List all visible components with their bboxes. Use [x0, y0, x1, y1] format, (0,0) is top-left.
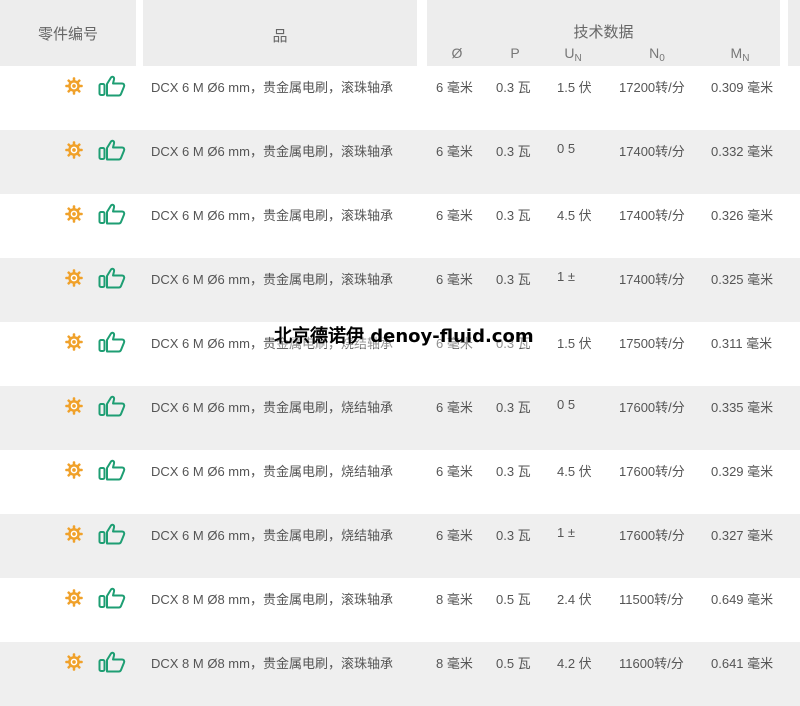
- gear-icon[interactable]: [64, 396, 84, 416]
- diameter-value: 8 毫米: [436, 656, 473, 671]
- voltage-value: 1 ±: [557, 269, 575, 284]
- thumbs-up-icon[interactable]: [98, 75, 126, 97]
- thumbs-up-icon[interactable]: [98, 139, 126, 161]
- power-value: 0.3 瓦: [496, 528, 531, 543]
- voltage-value: 2.4 伏: [557, 592, 592, 607]
- torque-value: 0.649 毫米: [711, 592, 774, 607]
- voltage-value: 0 5: [557, 141, 576, 156]
- table-row[interactable]: DCX 8 M Ø8 mm，贵金属电刷，滚珠轴承 8 毫米 0.5 瓦 2.4 伏 11…: [0, 578, 800, 642]
- power-value: 0.3 瓦: [496, 208, 531, 223]
- voltage-value: 4.2 伏: [557, 656, 592, 671]
- power-value: 0.3 瓦: [496, 464, 531, 479]
- header-extra: [788, 0, 800, 66]
- thumbs-up-icon[interactable]: [98, 331, 126, 353]
- speed-value: 17600转/分: [619, 464, 685, 479]
- gear-icon[interactable]: [64, 524, 84, 544]
- header-product: 品: [143, 0, 417, 66]
- table-row[interactable]: DCX 6 M Ø6 mm，贵金属电刷，烧结轴承 6 毫米 0.3 瓦 0 5 1760…: [0, 386, 800, 450]
- product-description: DCX 8 M Ø8 mm，贵金属电刷，滚珠轴承: [151, 656, 393, 671]
- power-value: 0.3 瓦: [496, 272, 531, 287]
- gear-icon[interactable]: [64, 268, 84, 288]
- table-row[interactable]: DCX 6 M Ø6 mm，贵金属电刷，滚珠轴承 6 毫米 0.3 瓦 0 5 1740…: [0, 130, 800, 194]
- torque-value: 0.329 毫米: [711, 464, 774, 479]
- table-row[interactable]: DCX 8 M Ø8 mm，贵金属电刷，滚珠轴承 8 毫米 0.5 瓦 4.2 伏 11…: [0, 642, 800, 706]
- voltage-value: 4.5 伏: [557, 208, 592, 223]
- power-value: 0.3 瓦: [496, 400, 531, 415]
- gear-icon[interactable]: [64, 76, 84, 96]
- gear-icon[interactable]: [64, 204, 84, 224]
- diameter-value: 6 毫米: [436, 272, 473, 287]
- product-description: DCX 6 M Ø6 mm，贵金属电刷，烧结轴承: [151, 400, 393, 415]
- torque-value: 0.332 毫米: [711, 144, 774, 159]
- speed-value: 11500转/分: [619, 592, 684, 607]
- thumbs-up-icon[interactable]: [98, 395, 126, 417]
- speed-value: 17500转/分: [619, 336, 685, 351]
- torque-value: 0.326 毫米: [711, 208, 774, 223]
- power-value: 0.5 瓦: [496, 656, 531, 671]
- table-row[interactable]: DCX 6 M Ø6 mm，贵金属电刷，烧结轴承 6 毫米 0.3 瓦 4.5 伏 17…: [0, 450, 800, 514]
- product-description: DCX 6 M Ø6 mm，贵金属电刷，滚珠轴承: [151, 80, 393, 95]
- thumbs-up-icon[interactable]: [98, 523, 126, 545]
- torque-value: 0.335 毫米: [711, 400, 774, 415]
- voltage-value: 1.5 伏: [557, 80, 592, 95]
- product-description: DCX 8 M Ø8 mm，贵金属电刷，滚珠轴承: [151, 592, 393, 607]
- table-row[interactable]: DCX 6 M Ø6 mm，贵金属电刷，滚珠轴承 6 毫米 0.3 瓦 1.5 伏 17…: [0, 66, 800, 130]
- speed-value: 17600转/分: [619, 400, 685, 415]
- voltage-value: 0 5: [557, 397, 576, 412]
- col-torque-heading: MN: [730, 45, 750, 64]
- header-tech-data: 技术数据 Ø P UN N0 MN: [427, 0, 780, 66]
- gear-icon[interactable]: [64, 588, 84, 608]
- diameter-value: 6 毫米: [436, 528, 473, 543]
- watermark: 北京德诺伊 denoy-fluid.com: [274, 322, 534, 348]
- voltage-value: 1 ±: [557, 525, 575, 540]
- thumbs-up-icon[interactable]: [98, 459, 126, 481]
- diameter-value: 8 毫米: [436, 592, 473, 607]
- part-no-heading: 零件编号: [37, 26, 98, 43]
- diameter-value: 6 毫米: [436, 400, 473, 415]
- product-description: DCX 6 M Ø6 mm，贵金属电刷，滚珠轴承: [151, 144, 393, 159]
- product-description: DCX 6 M Ø6 mm，贵金属电刷，滚珠轴承: [151, 208, 393, 223]
- voltage-value: 1.5 伏: [557, 336, 592, 351]
- thumbs-up-icon[interactable]: [98, 267, 126, 289]
- diameter-value: 6 毫米: [436, 144, 473, 159]
- thumbs-up-icon[interactable]: [98, 651, 126, 673]
- speed-value: 17400转/分: [619, 208, 685, 223]
- speed-value: 11600转/分: [619, 656, 684, 671]
- gear-icon[interactable]: [64, 140, 84, 160]
- tech-data-heading: 技术数据: [573, 24, 634, 41]
- voltage-value: 4.5 伏: [557, 464, 592, 479]
- speed-value: 17200转/分: [619, 80, 685, 95]
- product-heading: 品: [272, 28, 288, 45]
- gear-icon[interactable]: [64, 652, 84, 672]
- torque-value: 0.311 毫米: [711, 336, 773, 351]
- diameter-value: 6 毫米: [436, 208, 473, 223]
- torque-value: 0.641 毫米: [711, 656, 774, 671]
- col-diameter-heading: Ø: [451, 45, 463, 61]
- product-description: DCX 6 M Ø6 mm，贵金属电刷，烧结轴承: [151, 464, 393, 479]
- table-row[interactable]: DCX 6 M Ø6 mm，贵金属电刷，滚珠轴承 6 毫米 0.3 瓦 4.5 伏 17…: [0, 194, 800, 258]
- diameter-value: 6 毫米: [436, 464, 473, 479]
- speed-value: 17400转/分: [619, 272, 685, 287]
- torque-value: 0.325 毫米: [711, 272, 774, 287]
- table-row[interactable]: DCX 6 M Ø6 mm，贵金属电刷，烧结轴承 6 毫米 0.3 瓦 1 ± 1760…: [0, 514, 800, 578]
- speed-value: 17600转/分: [619, 528, 685, 543]
- gear-icon[interactable]: [64, 332, 84, 352]
- col-speed-heading: N0: [649, 45, 665, 64]
- col-power-heading: P: [510, 45, 520, 61]
- thumbs-up-icon[interactable]: [98, 587, 126, 609]
- power-value: 0.3 瓦: [496, 144, 531, 159]
- power-value: 0.3 瓦: [496, 80, 531, 95]
- header-part-no: 零件编号: [0, 0, 136, 66]
- power-value: 0.5 瓦: [496, 592, 531, 607]
- torque-value: 0.327 毫米: [711, 528, 774, 543]
- product-description: DCX 6 M Ø6 mm，贵金属电刷，烧结轴承: [151, 528, 393, 543]
- torque-value: 0.309 毫米: [711, 80, 774, 95]
- table-row[interactable]: DCX 6 M Ø6 mm，贵金属电刷，滚珠轴承 6 毫米 0.3 瓦 1 ± 1740…: [0, 258, 800, 322]
- gear-icon[interactable]: [64, 460, 84, 480]
- thumbs-up-icon[interactable]: [98, 203, 126, 225]
- speed-value: 17400转/分: [619, 144, 685, 159]
- diameter-value: 6 毫米: [436, 80, 473, 95]
- product-description: DCX 6 M Ø6 mm，贵金属电刷，滚珠轴承: [151, 272, 393, 287]
- col-voltage-heading: UN: [564, 45, 582, 64]
